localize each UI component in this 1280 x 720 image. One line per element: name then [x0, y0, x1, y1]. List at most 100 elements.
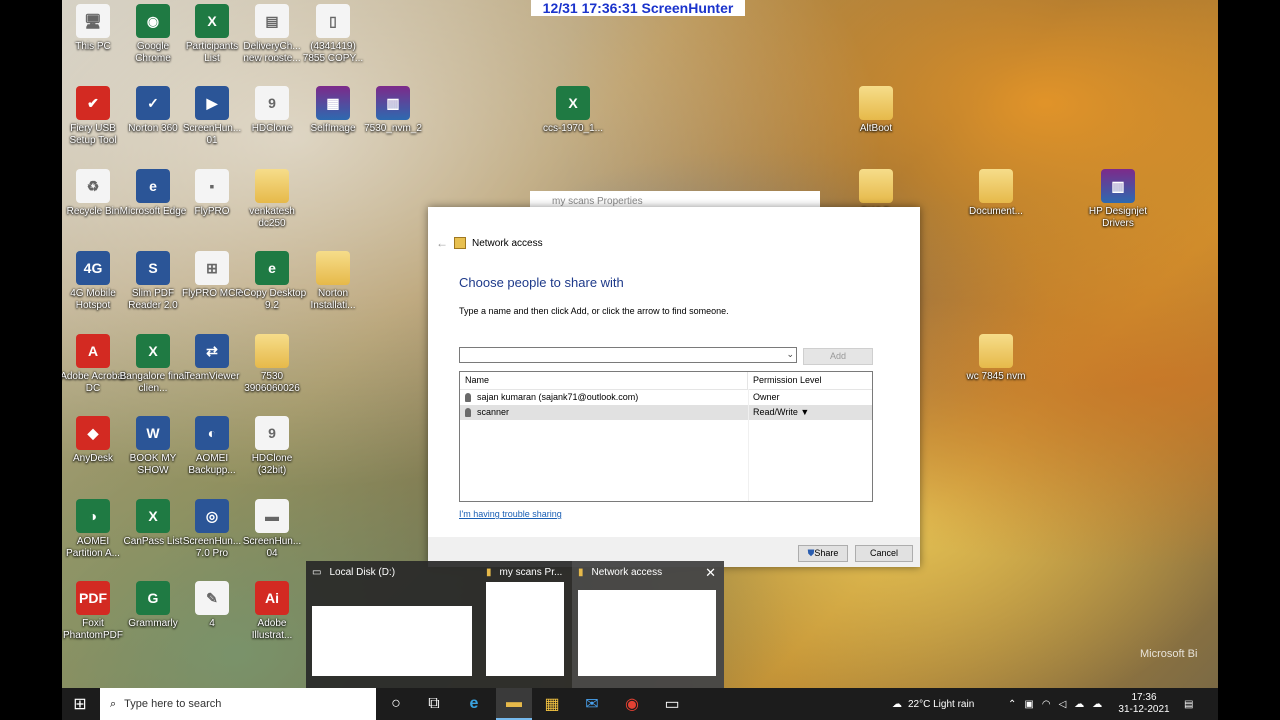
windows-icon: ⊞	[73, 696, 87, 713]
task-view-icon: ⧉	[428, 695, 440, 712]
folder-icon: ▮	[486, 567, 492, 578]
desktop-icon[interactable]: Xccs-1970_1...	[538, 86, 608, 135]
app-icon: ▦	[316, 86, 350, 120]
share-row[interactable]: sajan kumaran (sajank71@outlook.com) Own…	[460, 390, 872, 405]
taskbar-chrome[interactable]: ◉	[616, 688, 648, 720]
cloud-icon[interactable]: ☁	[1092, 699, 1102, 710]
app-icon: ◆	[76, 416, 110, 450]
clock[interactable]: 17:36 31-12-2021	[1118, 688, 1170, 720]
app-icon: ◑	[76, 499, 110, 533]
user-icon	[465, 393, 471, 403]
desktop-icon-label: 7530 3906060026	[244, 371, 300, 394]
add-button[interactable]: Add	[803, 348, 873, 365]
taskbar-mail[interactable]: ✉	[576, 688, 608, 720]
thumbnail-network-access[interactable]: ▮ Network access ✕	[572, 561, 724, 688]
terminal-icon: ▭	[664, 696, 680, 713]
back-arrow-icon[interactable]: ←	[436, 236, 448, 250]
column-divider	[748, 389, 749, 501]
onedrive-icon[interactable]: ☁	[1074, 699, 1084, 710]
cortana-button[interactable]: ○	[380, 688, 412, 720]
desktop-icon[interactable]: 7530 3906060026	[237, 334, 307, 395]
desktop-icon-label: AltBoot	[859, 123, 893, 134]
desktop-icon-label: HDClone	[251, 123, 293, 134]
desktop-icon[interactable]: 9 HDClone	[237, 86, 307, 135]
weather-widget[interactable]: ☁ 22°C Light rain	[892, 688, 974, 720]
dialog-header: ← Network access	[436, 236, 543, 250]
desktop-icon-label: venkatesh dc250	[249, 206, 295, 229]
desktop-icon-label: eCopy Desktop 9.2	[237, 288, 307, 311]
desktop-icon[interactable]: venkatesh dc250	[237, 169, 307, 230]
app-icon	[316, 251, 350, 285]
desktop-icon-label: HP Designjet Drivers	[1088, 206, 1148, 229]
app-icon: e	[255, 251, 289, 285]
folder-icon: ▬	[506, 694, 522, 711]
desktop-icon[interactable]: Norton Installati...	[298, 251, 368, 312]
desktop-icon-label: (4341419) 7855 COPY...	[302, 41, 364, 64]
app-icon: X	[195, 4, 229, 38]
notifications-button[interactable]: ▤	[1184, 688, 1193, 720]
column-permission-header[interactable]: Permission Level	[748, 372, 872, 389]
device-icon[interactable]: ▣	[1024, 699, 1033, 710]
share-list-header: Name Permission Level	[460, 372, 872, 390]
desktop-icon[interactable]: ▥ 7530_nvm_2	[358, 86, 428, 135]
people-combobox[interactable]: ⌄	[459, 347, 797, 363]
dialog-header-title: Network access	[472, 237, 543, 249]
chrome-icon: ◉	[625, 696, 639, 713]
system-tray-icons: ⌃ ▣ ◠ ◁ ☁ ☁	[1008, 688, 1102, 720]
trouble-sharing-link[interactable]: I'm having trouble sharing	[459, 509, 562, 519]
dialog-title: Choose people to share with	[459, 275, 624, 290]
app-icon: ♻	[76, 169, 110, 203]
app-icon: A	[76, 334, 110, 368]
taskbar-edge[interactable]: e	[458, 688, 490, 720]
search-box[interactable]: ⌕ Type here to search	[100, 688, 376, 720]
share-button[interactable]: ⛊Share	[798, 545, 848, 562]
start-button[interactable]: ⊞	[62, 688, 98, 720]
thumbnail-title: Network access	[591, 567, 663, 578]
clock-time: 17:36	[1131, 692, 1157, 703]
thumbnail-local-disk[interactable]: ▭ Local Disk (D:)	[306, 561, 478, 688]
app-icon: ▬	[255, 499, 289, 533]
thumbnail-my-scans-properties[interactable]: ▮ my scans Pr...	[480, 561, 570, 688]
search-placeholder: Type here to search	[124, 698, 222, 710]
cancel-button[interactable]: Cancel	[855, 545, 913, 562]
notification-icon: ▤	[1184, 698, 1194, 710]
desktop-icon[interactable]: Ai Adobe Illustrat...	[237, 581, 307, 642]
taskbar-store[interactable]: ▦	[536, 688, 568, 720]
desktop-icon[interactable]: Document...	[961, 169, 1031, 218]
app-icon: ✓	[136, 86, 170, 120]
taskbar-terminal[interactable]: ▭	[656, 688, 688, 720]
user-icon	[465, 408, 471, 418]
chevron-up-icon[interactable]: ⌃	[1008, 699, 1016, 710]
desktop-icon[interactable]: ▯ (4341419) 7855 COPY...	[298, 4, 368, 65]
app-icon: ⇄	[195, 334, 229, 368]
share-row[interactable]: scanner Read/Write ▼	[460, 405, 872, 420]
desktop-icon[interactable]: 9 HDClone (32bit)	[237, 416, 307, 477]
permission-dropdown[interactable]: Read/Write ▼	[748, 405, 872, 420]
volume-icon[interactable]: ◁	[1059, 699, 1067, 710]
desktop-icon[interactable]: ▤ DeliveryCh... new rooste...	[237, 4, 307, 65]
app-icon: X	[136, 334, 170, 368]
mail-icon: ✉	[585, 696, 599, 713]
taskbar-file-explorer[interactable]: ▬	[496, 688, 532, 720]
desktop-icon[interactable]: e eCopy Desktop 9.2	[237, 251, 307, 312]
app-icon: Ai	[255, 581, 289, 615]
store-icon: ▦	[544, 696, 560, 713]
chevron-down-icon[interactable]: ⌄	[786, 349, 794, 360]
wifi-icon[interactable]: ◠	[1042, 699, 1051, 710]
task-view-button[interactable]: ⧉	[418, 688, 450, 720]
desktop-icon-label: DeliveryCh... new rooste...	[243, 41, 301, 64]
thumbnail-title: my scans Pr...	[499, 567, 563, 578]
column-name-header[interactable]: Name	[460, 372, 748, 389]
taskbar: ⊞ ⌕ Type here to search ○ ⧉ e ▬ ▦ ✉ ◉ ▭ …	[62, 688, 1218, 720]
app-icon: 4G	[76, 251, 110, 285]
desktop-icon[interactable]: AltBoot	[841, 86, 911, 135]
weather-text: 22°C Light rain	[908, 698, 975, 710]
desktop-icon[interactable]: ▥ HP Designjet Drivers	[1083, 169, 1153, 230]
desktop-icon[interactable]: ▬ ScreenHun... 04	[237, 499, 307, 560]
letterbox-right	[1218, 0, 1280, 688]
desktop-icon-label: Adobe Illustrat...	[251, 618, 293, 641]
desktop-icon[interactable]: wc 7845 nvm	[961, 334, 1031, 383]
watermark-text: Microsoft Bi	[1140, 648, 1198, 660]
close-icon[interactable]: ✕	[705, 565, 716, 581]
app-icon	[255, 334, 289, 368]
